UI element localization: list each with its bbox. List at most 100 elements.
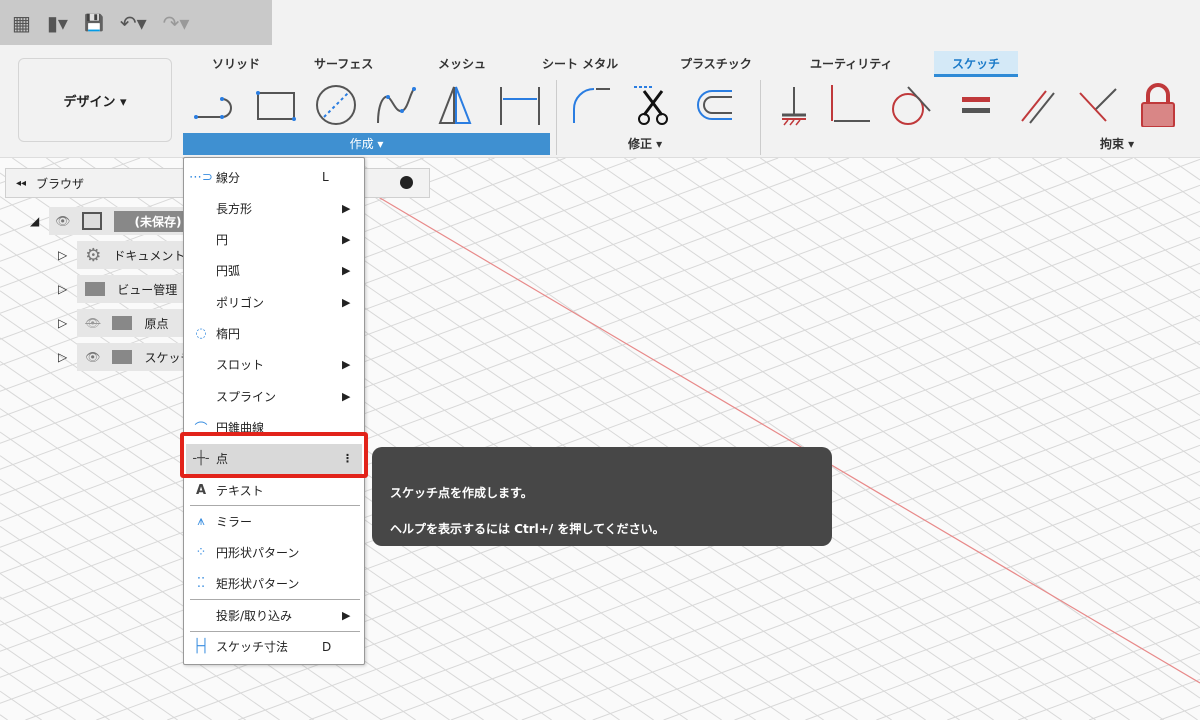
folder-icon	[112, 316, 133, 330]
menu-item-label: 円弧	[216, 264, 241, 279]
grid-line	[828, 158, 1200, 416]
menu-item-label: 投影/取り込み	[216, 608, 293, 623]
mirror-tool-icon[interactable]	[434, 83, 478, 127]
menu-item-circle[interactable]: 円 ▶	[186, 225, 362, 255]
grid-line	[760, 158, 1200, 463]
top-bar: ▦ ▮▾ 💾 ↶▾ ↷▾	[0, 0, 1200, 45]
separator	[760, 80, 761, 155]
menu-item-rectangular-pattern[interactable]: ⁚⁚ 矩形状パターン	[186, 569, 362, 599]
menu-item-label: 楕円	[216, 327, 241, 341]
menu-item-circular-pattern[interactable]: ⁘ 円形状パターン	[186, 538, 362, 568]
rectangle-tool-icon[interactable]	[253, 83, 297, 127]
submenu-arrow-icon: ▶	[342, 201, 351, 215]
trim-scissors-icon[interactable]	[632, 83, 676, 127]
tab-utility[interactable]: ユーティリティ	[798, 51, 905, 77]
menu-item-text[interactable]: A テキスト	[186, 475, 362, 505]
redo-icon[interactable]: ↷▾	[163, 11, 190, 35]
offset-tool-icon[interactable]	[692, 83, 736, 127]
submenu-arrow-icon: ▶	[342, 389, 351, 403]
grid-line	[0, 667, 76, 720]
fix-constraint-icon[interactable]	[772, 83, 816, 127]
tab-solid[interactable]: ソリッド	[200, 51, 272, 77]
minimize-browser-icon[interactable]	[400, 176, 413, 189]
submenu-arrow-icon: ▶	[342, 295, 351, 309]
menu-item-project-include[interactable]: 投影/取り込み ▶	[186, 600, 362, 630]
menu-item-slot[interactable]: スロット ▶	[186, 350, 362, 380]
tab-plastic[interactable]: プラスチック	[668, 51, 764, 77]
tangent-constraint-icon[interactable]	[890, 83, 934, 127]
menu-item-polygon[interactable]: ポリゴン ▶	[186, 287, 362, 317]
menu-item-ellipse[interactable]: ◌ 楕円	[186, 319, 362, 349]
grid-line	[1018, 652, 1200, 720]
menu-item-label: スロット	[216, 358, 265, 373]
grid-line	[1134, 158, 1200, 204]
collapse-triangle-icon[interactable]: ◢	[30, 214, 39, 228]
shortcut-label: D	[322, 639, 332, 654]
parallel-constraint-icon[interactable]	[1016, 83, 1060, 127]
grid-line	[794, 158, 1200, 440]
menu-item-rectangle[interactable]: 長方形 ▶	[186, 193, 362, 223]
equal-constraint-icon[interactable]	[954, 83, 998, 127]
grid-line	[930, 158, 1200, 346]
save-icon[interactable]: 💾	[84, 13, 104, 32]
ellipse-icon: ◌	[195, 326, 207, 341]
menu-item-label: ミラー	[216, 514, 253, 529]
grid-line	[1088, 678, 1200, 720]
line-tool-icon[interactable]	[190, 83, 234, 127]
grid-line	[308, 392, 1200, 720]
file-menu-icon[interactable]: ▮▾	[47, 11, 68, 35]
expand-triangle-icon[interactable]: ▷	[58, 282, 67, 296]
tree-label: 原点	[144, 316, 169, 331]
spline-tool-icon[interactable]	[374, 83, 418, 127]
grid-line	[896, 158, 1200, 369]
perpendicular-constraint-icon[interactable]	[828, 83, 872, 127]
tab-mesh[interactable]: メッシュ	[426, 51, 498, 77]
create-group-dropdown[interactable]: 作成 ▾	[183, 133, 550, 155]
expand-triangle-icon[interactable]: ▷	[58, 350, 67, 364]
grid-line	[318, 158, 1130, 720]
tab-sketch[interactable]: スケッチ	[934, 51, 1018, 77]
collapse-browser-icon[interactable]: ◂◂	[16, 178, 26, 189]
lock-constraint-icon[interactable]	[1136, 83, 1180, 127]
menu-item-arc[interactable]: 円弧 ▶	[186, 256, 362, 286]
ribbon: デザイン ▾ ソリッド サーフェス メッシュ シート メタル プラスチック ユー…	[0, 45, 1200, 158]
constraints-group-dropdown[interactable]: 拘束 ▾	[1100, 135, 1134, 152]
menu-item-label: 長方形	[216, 201, 253, 216]
grid-line	[998, 158, 1200, 299]
tab-surface[interactable]: サーフェス	[302, 51, 385, 77]
grid-line	[488, 158, 1200, 652]
menu-item-label: テキスト	[216, 483, 264, 498]
separator	[556, 80, 557, 155]
grid-line	[1066, 158, 1200, 251]
workspace-selector[interactable]: デザイン ▾	[18, 58, 172, 142]
apps-grid-icon[interactable]: ▦	[12, 11, 31, 35]
shortcut-label: L	[322, 170, 329, 184]
expand-triangle-icon[interactable]: ▷	[58, 248, 67, 262]
menu-item-line[interactable]: ⋯⊃ 線分 L	[186, 162, 362, 192]
tab-sheet-metal[interactable]: シート メタル	[530, 51, 630, 77]
submenu-arrow-icon: ▶	[342, 233, 351, 247]
mirror-icon: ⩚	[197, 513, 205, 529]
undo-icon[interactable]: ↶▾	[120, 11, 147, 35]
component-icon	[82, 212, 103, 230]
coincident-constraint-icon[interactable]	[1076, 83, 1120, 127]
rectangular-pattern-icon: ⁚⁚	[196, 576, 206, 592]
eye-icon[interactable]: 👁	[85, 350, 100, 364]
menu-item-label: ポリゴン	[216, 295, 265, 310]
menu-item-sketch-dimension[interactable]: ├┤ スケッチ寸法 D	[186, 632, 362, 662]
circle-tool-icon[interactable]	[314, 83, 358, 127]
grid-line	[0, 572, 212, 720]
line-icon: ⋯⊃	[189, 169, 213, 185]
eye-icon[interactable]: 👁	[55, 214, 70, 228]
tooltip-description: スケッチ点を作成します。	[390, 486, 533, 500]
modify-group-dropdown[interactable]: 修正 ▾	[628, 135, 662, 152]
expand-triangle-icon[interactable]: ▷	[58, 316, 67, 330]
eye-hidden-icon[interactable]: 👁	[85, 316, 100, 330]
menu-item-mirror[interactable]: ⩚ ミラー	[186, 506, 362, 536]
grid-line	[352, 158, 1164, 720]
menu-item-spline[interactable]: スプライン ▶	[186, 381, 362, 411]
tooltip: スケッチ点を作成します。 ヘルプを表示するには Ctrl+/ を押してください。	[372, 447, 832, 546]
sketch-dimension-tool-icon[interactable]	[498, 83, 542, 127]
fillet-tool-icon[interactable]	[570, 83, 614, 127]
create-dropdown-menu: ⋯⊃ 線分 L 長方形 ▶ 円 ▶ 円弧 ▶ ポリゴン ▶ ◌ 楕円 スロット ▶ スプライン ▶ ⌒ 円錐曲線 -┼…	[183, 157, 365, 665]
